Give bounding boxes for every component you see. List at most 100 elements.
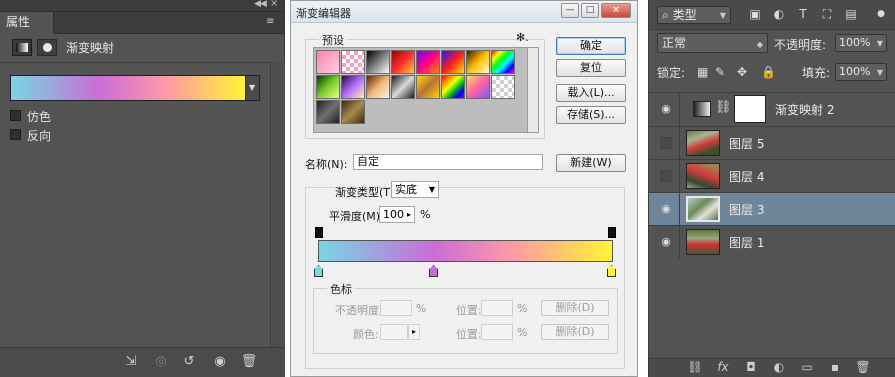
- link-icon[interactable]: ⛓: [715, 100, 732, 115]
- preset-swatch[interactable]: [441, 75, 465, 99]
- preset-swatch[interactable]: [391, 75, 415, 99]
- new-button[interactable]: 新建(W): [556, 154, 626, 172]
- gradient-type-select[interactable]: 实底 ▼: [391, 181, 439, 198]
- eye-icon[interactable]: ◉: [659, 202, 673, 216]
- checkbox-box[interactable]: [10, 110, 21, 121]
- delete-opacity-stop-button[interactable]: 删除(D): [541, 300, 609, 316]
- preset-swatch[interactable]: [316, 75, 340, 99]
- color-menu-arrow[interactable]: ▸: [408, 324, 420, 340]
- lock-all-icon[interactable]: 🔒: [761, 65, 776, 79]
- preset-swatch[interactable]: [441, 50, 465, 74]
- stops-group: [313, 288, 618, 354]
- scrollbar[interactable]: [270, 62, 285, 347]
- new-layer-icon[interactable]: ▪: [827, 360, 843, 374]
- checkbox-box[interactable]: [10, 129, 21, 140]
- fill-field[interactable]: 100% ▼: [835, 63, 887, 81]
- opacity-stop-right[interactable]: [608, 227, 616, 238]
- eye-icon[interactable]: ◉: [659, 235, 673, 249]
- gradient-picker-dropdown[interactable]: ▼: [246, 75, 260, 101]
- properties-footer: ⇲ ◎ ↺ ◉ 🗑: [0, 347, 285, 377]
- add-mask-icon[interactable]: ◘: [743, 360, 759, 374]
- stop-color-swatch[interactable]: [380, 324, 408, 340]
- layer-mask-thumbnail[interactable]: [734, 95, 766, 123]
- smoothness-field[interactable]: 100 ▸: [379, 206, 415, 223]
- layer-row-gradient-map[interactable]: ◉ ⛓ 渐变映射 2: [649, 92, 895, 126]
- preset-swatch[interactable]: [491, 75, 515, 99]
- link-icon[interactable]: ⛓: [687, 360, 703, 374]
- preset-swatch[interactable]: [491, 50, 515, 74]
- tab-properties[interactable]: 属性: [0, 12, 54, 34]
- adjustment-filter-icon[interactable]: ◐: [771, 7, 787, 22]
- preset-swatch[interactable]: [416, 50, 440, 74]
- stop-opacity-field[interactable]: [380, 300, 412, 316]
- dither-checkbox[interactable]: 仿色: [10, 109, 160, 124]
- layer-row-selected[interactable]: ◉ 图层 3: [649, 192, 895, 226]
- layer-name: 图层 4: [729, 170, 765, 184]
- blend-mode-select[interactable]: 正常 ◆: [657, 33, 768, 53]
- reset-button[interactable]: 复位: [556, 59, 626, 77]
- maximize-button[interactable]: □: [581, 3, 599, 18]
- layer-thumbnail: [686, 196, 720, 222]
- preset-swatch[interactable]: [316, 50, 340, 74]
- preset-swatch[interactable]: [341, 75, 365, 99]
- load-button[interactable]: 载入(L)...: [556, 84, 626, 102]
- shape-filter-icon[interactable]: ⛶: [819, 7, 835, 22]
- gear-icon[interactable]: ✻.: [516, 31, 529, 44]
- reset-icon[interactable]: ↺: [180, 354, 198, 372]
- layer-row[interactable]: 图层 5: [649, 126, 895, 160]
- gradient-preview-bar[interactable]: [10, 75, 246, 101]
- collapse-icon[interactable]: ◀◀: [254, 0, 267, 9]
- preset-swatch[interactable]: [366, 75, 390, 99]
- gradient-map-icon[interactable]: [12, 39, 32, 56]
- mask-icon[interactable]: [37, 39, 57, 56]
- delete-color-stop-button[interactable]: 删除(D): [541, 324, 609, 340]
- lock-transparent-icon[interactable]: ▦: [697, 65, 708, 79]
- filter-toggle-icon[interactable]: ●: [873, 7, 889, 22]
- reverse-checkbox[interactable]: 反向: [10, 128, 160, 143]
- panel-menu-icon[interactable]: ≡: [266, 16, 274, 27]
- view-previous-icon[interactable]: ◎: [152, 354, 170, 372]
- clip-to-layer-icon[interactable]: ⇲: [122, 354, 140, 372]
- name-field[interactable]: 自定: [353, 154, 543, 170]
- new-adjustment-icon[interactable]: ◐: [771, 360, 787, 374]
- gradient-ramp[interactable]: [318, 240, 613, 262]
- image-filter-icon[interactable]: ▣: [747, 7, 763, 22]
- opacity-field[interactable]: 100% ▼: [835, 34, 887, 52]
- preset-swatch[interactable]: [341, 50, 365, 74]
- close-button[interactable]: ×: [601, 3, 631, 18]
- eye-icon[interactable]: ◉: [659, 102, 673, 116]
- preset-swatch[interactable]: [366, 50, 390, 74]
- layer-row[interactable]: ◉ 图层 1: [649, 225, 895, 259]
- stop-location-field[interactable]: [481, 300, 513, 316]
- trash-icon[interactable]: 🗑: [240, 354, 258, 372]
- chevron-down-icon: ▼: [719, 11, 726, 20]
- preset-swatch[interactable]: [466, 50, 490, 74]
- visibility-toggle-hidden[interactable]: [660, 137, 672, 149]
- presets-scrollbar[interactable]: [528, 47, 539, 133]
- smart-object-filter-icon[interactable]: ▤: [843, 7, 859, 22]
- color-location-field[interactable]: [481, 324, 513, 340]
- visibility-eye-icon[interactable]: ◉: [211, 354, 229, 372]
- new-group-icon[interactable]: ▭: [799, 360, 815, 374]
- fill-value: 100%: [839, 65, 871, 78]
- lock-position-icon[interactable]: ✥: [737, 65, 747, 79]
- fill-label: 填充:: [802, 66, 831, 80]
- preset-swatch[interactable]: [466, 75, 490, 99]
- save-button[interactable]: 存储(S)...: [556, 106, 626, 124]
- lock-paint-icon[interactable]: ✎: [715, 65, 725, 79]
- minimize-button[interactable]: —: [561, 3, 579, 18]
- layer-row[interactable]: 图层 4: [649, 159, 895, 193]
- type-filter-icon[interactable]: T: [795, 7, 811, 22]
- ok-button[interactable]: 确定: [556, 37, 626, 55]
- trash-icon[interactable]: 🗑: [855, 360, 871, 374]
- filter-kind-select[interactable]: ⌕ 类型 ▼: [657, 6, 731, 24]
- close-icon[interactable]: ×: [270, 0, 278, 9]
- dither-label: 仿色: [27, 110, 52, 124]
- preset-swatch[interactable]: [416, 75, 440, 99]
- visibility-toggle-hidden[interactable]: [660, 170, 672, 182]
- opacity-stop-left[interactable]: [315, 227, 323, 238]
- preset-swatch[interactable]: [341, 100, 365, 124]
- preset-swatch[interactable]: [391, 50, 415, 74]
- fx-icon[interactable]: fx: [715, 360, 731, 374]
- preset-swatch[interactable]: [316, 100, 340, 124]
